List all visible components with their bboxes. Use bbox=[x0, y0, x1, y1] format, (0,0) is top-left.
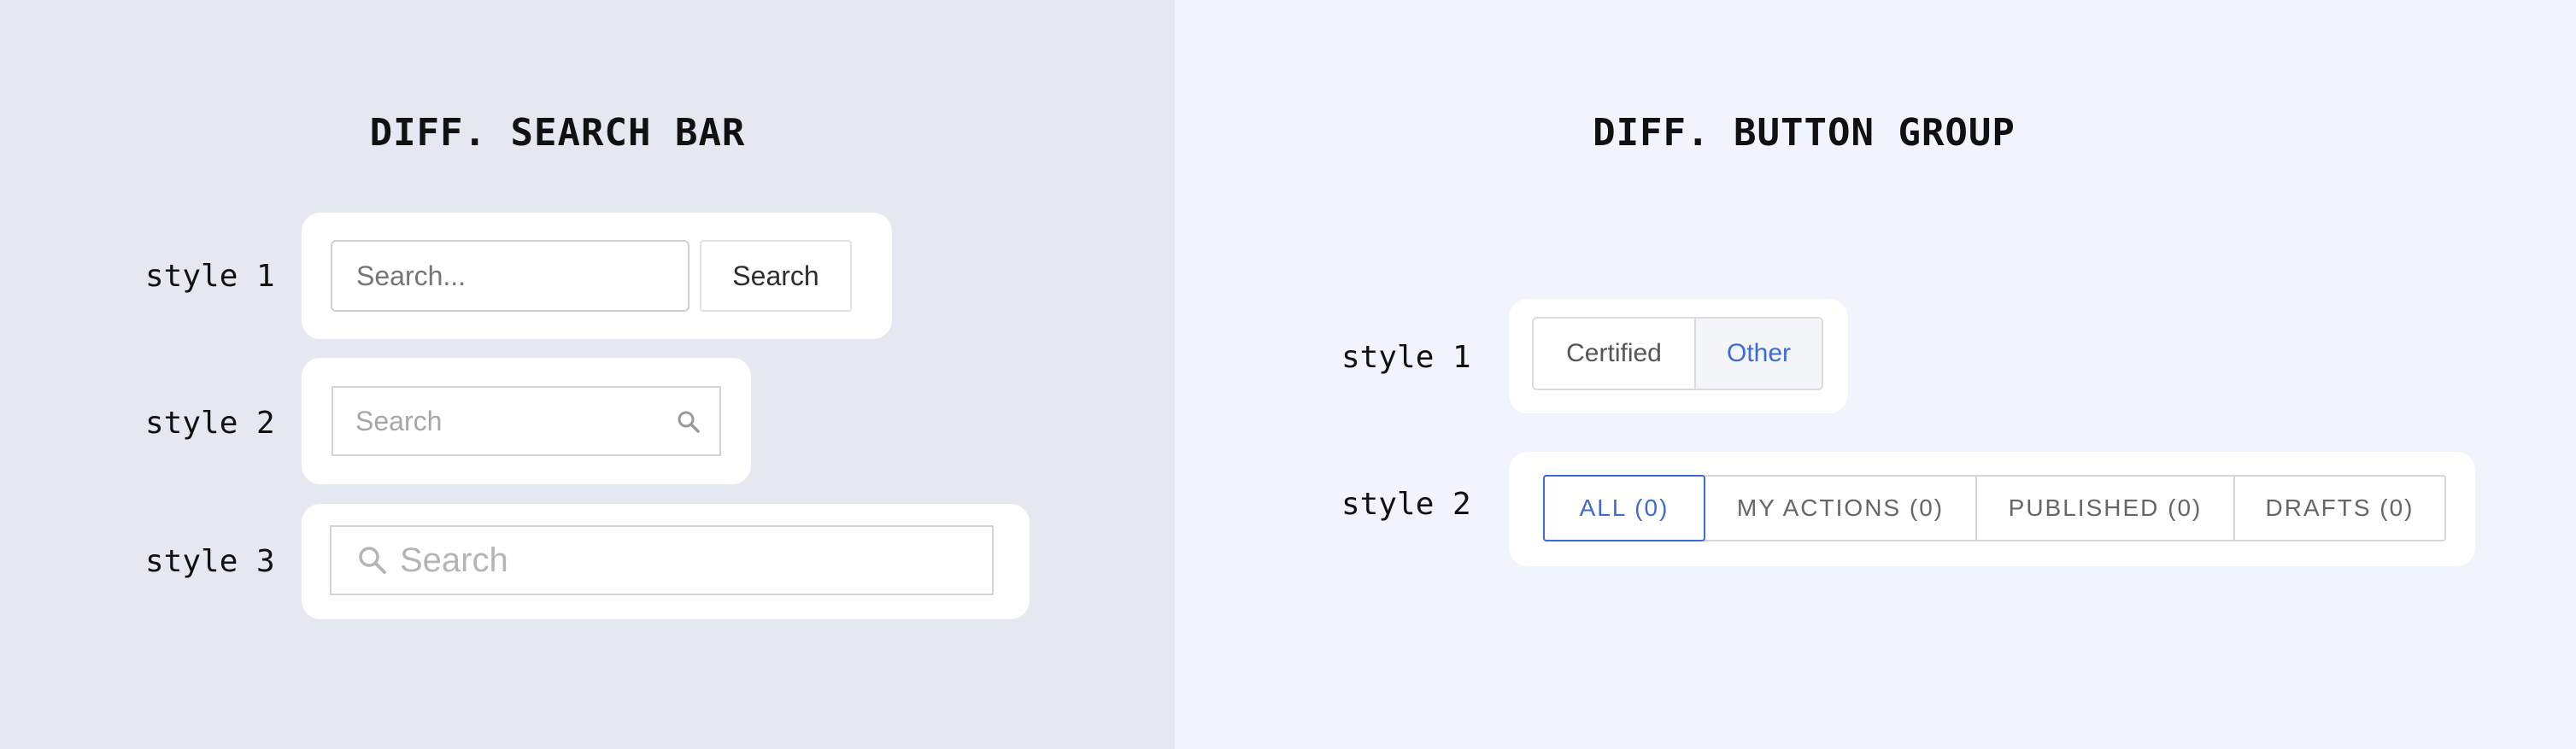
button-group-style-1-card: Certified Other bbox=[1509, 299, 1848, 413]
certified-button[interactable]: Certified bbox=[1534, 319, 1696, 389]
search-style-1-input[interactable] bbox=[331, 240, 689, 312]
search-bar-heading: DIFF. SEARCH BAR bbox=[369, 111, 746, 155]
other-button[interactable]: Other bbox=[1696, 319, 1822, 389]
button-group-heading: DIFF. BUTTON GROUP bbox=[1593, 111, 2016, 155]
search-style-2-label: style 2 bbox=[145, 406, 275, 441]
search-style-3-label: style 3 bbox=[145, 544, 275, 579]
tab-all[interactable]: ALL (0) bbox=[1543, 475, 1705, 541]
search-style-1-button[interactable]: Search bbox=[700, 240, 852, 312]
search-style-2-placeholder: Search bbox=[355, 405, 443, 436]
search-style-3-card: Search bbox=[302, 504, 1030, 619]
search-style-1-card: Search bbox=[302, 213, 892, 339]
search-style-2-card: Search bbox=[302, 358, 751, 484]
button-group-style-2-label: style 2 bbox=[1341, 487, 1471, 522]
button-group-style-1-label: style 1 bbox=[1341, 340, 1471, 375]
button-group-style-1: Certified Other bbox=[1532, 317, 1823, 390]
tab-published[interactable]: PUBLISHED (0) bbox=[1977, 477, 2235, 540]
search-icon bbox=[357, 545, 388, 576]
search-style-1-label: style 1 bbox=[145, 259, 275, 294]
search-style-3-input[interactable]: Search bbox=[330, 525, 994, 595]
search-style-2-input[interactable]: Search bbox=[332, 386, 721, 456]
search-bar-panel: DIFF. SEARCH BAR style 1 Search style 2 … bbox=[0, 0, 1175, 749]
button-group-style-2-card: ALL (0) MY ACTIONS (0) PUBLISHED (0) DRA… bbox=[1509, 452, 2475, 566]
tab-drafts[interactable]: DRAFTS (0) bbox=[2235, 477, 2444, 540]
search-icon[interactable] bbox=[677, 410, 701, 434]
tab-my-actions[interactable]: MY ACTIONS (0) bbox=[1705, 477, 1977, 540]
button-group-panel: DIFF. BUTTON GROUP style 1 Certified Oth… bbox=[1175, 0, 2576, 749]
button-group-style-2: ALL (0) MY ACTIONS (0) PUBLISHED (0) DRA… bbox=[1543, 475, 2446, 541]
search-style-3-placeholder: Search bbox=[400, 541, 508, 579]
